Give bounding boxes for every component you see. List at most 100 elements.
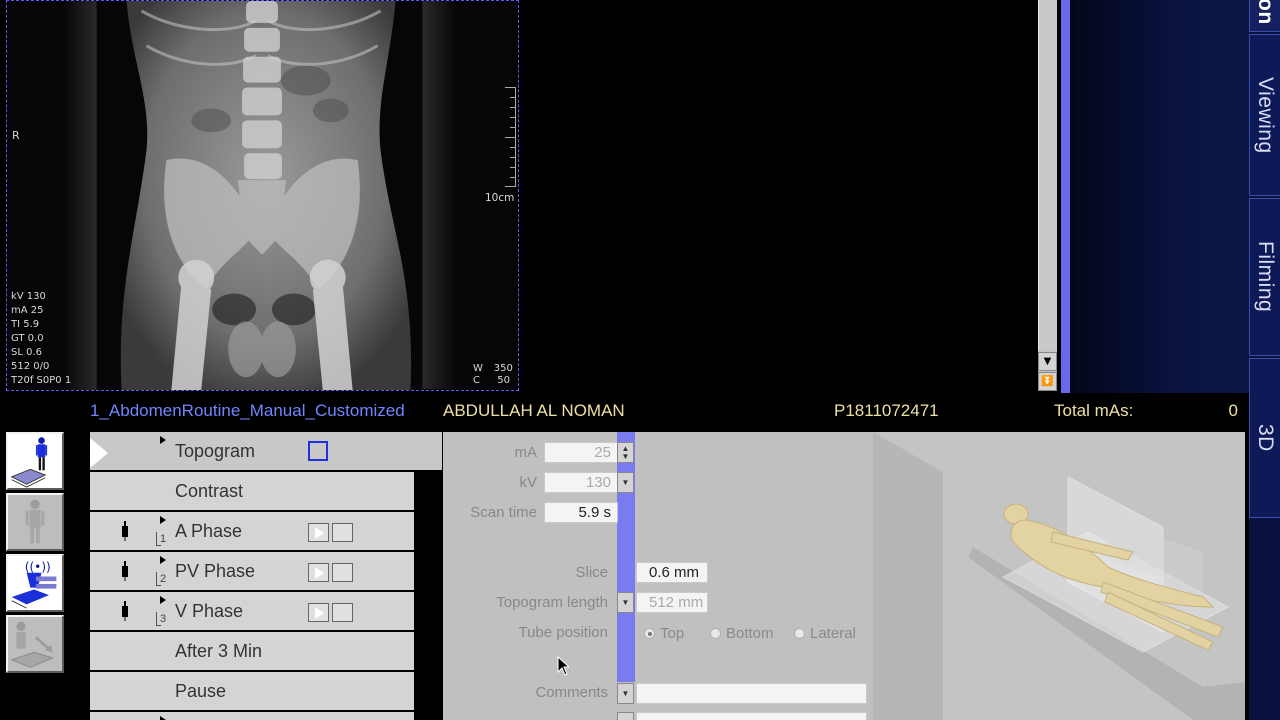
patient-name: ABDULLAH AL NOMAN: [443, 401, 625, 420]
scan-row-label: After 3 Min: [175, 641, 263, 661]
scan-select-box[interactable]: [332, 563, 353, 582]
scan-row-v-phase[interactable]: 3 V Phase: [90, 592, 414, 630]
mouse-pointer-icon: [557, 656, 569, 676]
scale-bar: [505, 87, 516, 187]
scan-time-label: Scan time: [470, 504, 537, 521]
scan-row-pause[interactable]: Pause: [90, 672, 414, 710]
scale-label: 10cm: [485, 192, 515, 204]
expand-triangle-icon[interactable]: [160, 436, 166, 444]
topogram-viewport[interactable]: R 10cm kV 130 mA 25 TI 5.9 GT 0.0 SL 0.6…: [6, 0, 519, 391]
orientation-marker: R: [12, 129, 20, 142]
scroll-down-button[interactable]: ▼: [1038, 352, 1057, 371]
vertical-scrollbar[interactable]: ▼ ⏬: [1038, 0, 1057, 391]
ct-scanner-app: R 10cm kV 130 mA 25 TI 5.9 GT 0.0 SL 0.6…: [0, 0, 1280, 720]
ma-label: mA: [514, 444, 538, 461]
scan-row-topogram[interactable]: Topogram: [90, 432, 442, 470]
scan-row-label: Contrast: [175, 481, 244, 501]
tube-position-label: Tube position: [518, 624, 608, 641]
scan-time-field[interactable]: 5.9 s: [544, 502, 618, 523]
tab-filming[interactable]: Filming: [1249, 198, 1280, 356]
kv-label: kV: [519, 474, 537, 491]
overlay-sl: SL 0.6: [11, 347, 43, 358]
status-bar: 1_AbdomenRoutine_Manual_Customized ABDUL…: [0, 396, 1249, 426]
total-mas-value: 0: [1228, 401, 1238, 420]
task-card-tabs: on Viewing Filming 3D: [1249, 0, 1280, 720]
start-scan-button[interactable]: [308, 563, 329, 582]
scan-row-label: PV Phase: [175, 561, 256, 581]
tube-position-bottom-radio[interactable]: Bottom: [710, 625, 774, 642]
slice-field[interactable]: 0.6 mm: [636, 562, 708, 583]
scan-row-label: A Phase: [175, 521, 243, 541]
phase-index: 3: [160, 613, 167, 625]
scan-select-box[interactable]: [308, 441, 328, 461]
overlay-matrix: 512 0/0: [11, 361, 50, 372]
secondary-viewport[interactable]: [524, 0, 1036, 391]
scan-row-contrast[interactable]: Contrast: [90, 472, 414, 510]
window-value: 350: [493, 363, 513, 374]
topogram-length-dropdown-icon[interactable]: ▼: [617, 592, 634, 613]
overlay-ma: mA 25: [11, 305, 44, 316]
expand-triangle-icon[interactable]: [160, 516, 166, 524]
kv-field[interactable]: 130: [544, 472, 618, 493]
second-dropdown-icon[interactable]: ▼: [617, 712, 634, 720]
scan-row-next[interactable]: [90, 712, 414, 720]
overlay-kv: kV 130: [11, 291, 46, 302]
patient-table-scene: [873, 432, 1245, 720]
scan-select-box[interactable]: [332, 603, 353, 622]
scan-row-label: Topogram: [175, 441, 256, 461]
patient-id: P1811072471: [834, 401, 939, 420]
topogram-image: [7, 1, 518, 390]
comments-dropdown-icon[interactable]: ▼: [617, 683, 634, 704]
current-scan-indicator-icon: [90, 438, 108, 468]
patient-model-icon: [25, 499, 45, 544]
tube-position-lateral-radio[interactable]: Lateral: [794, 625, 856, 642]
tab-viewing[interactable]: Viewing: [1249, 34, 1280, 196]
scan-list: Topogram Contrast 1 A Phase 2 PV Phase 3…: [90, 432, 442, 720]
tube-position-top-radio[interactable]: Top: [644, 625, 684, 642]
scan-row-pv-phase[interactable]: 2 PV Phase: [90, 552, 414, 590]
comments-label: Comments: [535, 684, 608, 701]
routine-parameters-panel: mA 25 ▲ ▼ kV 130 ▼ Scan time 5.9 s Slice …: [443, 432, 1245, 720]
comments-field[interactable]: [636, 683, 867, 704]
acquisition-params-overlay: kV 130 mA 25 TI 5.9 GT 0.0 SL 0.6 512 0/…: [11, 290, 71, 388]
tab-3d[interactable]: 3D: [1249, 358, 1280, 518]
phase-index: 2: [160, 573, 167, 585]
total-mas-label: Total mAs:: [1054, 401, 1134, 420]
comments-field-2[interactable]: [636, 712, 867, 720]
syringe-icon: [122, 561, 128, 581]
svg-text:((•)): ((•)): [25, 560, 51, 574]
expand-triangle-icon[interactable]: [160, 716, 166, 720]
patient-positioning-button[interactable]: [6, 432, 64, 490]
scan-row-a-phase[interactable]: 1 A Phase: [90, 512, 414, 550]
kv-dropdown-icon[interactable]: ▼: [617, 472, 634, 493]
ma-spinner[interactable]: ▲ ▼: [617, 442, 634, 463]
scroll-end-button[interactable]: ⏬: [1038, 372, 1057, 391]
patient-exit-icon: [10, 621, 55, 668]
scroll-track[interactable]: [1038, 0, 1057, 350]
expand-triangle-icon[interactable]: [160, 596, 166, 604]
ma-field[interactable]: 25: [544, 442, 618, 463]
center-label: C: [473, 375, 480, 386]
panel-divider: [1061, 0, 1070, 393]
topogram-length-field[interactable]: 512 mm: [636, 592, 708, 613]
start-scan-button[interactable]: [308, 603, 329, 622]
center-value: 50: [497, 375, 510, 386]
patient-exit-button[interactable]: [6, 615, 64, 673]
window-center-overlay: W 350 C 50: [473, 363, 513, 387]
expand-triangle-icon[interactable]: [160, 556, 166, 564]
scan-row-label: V Phase: [175, 601, 244, 621]
overlay-gt: GT 0.0: [11, 333, 44, 344]
side-panel: [1070, 0, 1250, 393]
start-scan-button[interactable]: [308, 523, 329, 542]
patient-model-button[interactable]: [6, 493, 64, 551]
scan-select-box[interactable]: [332, 523, 353, 542]
scanner-radiation-icon: ((•)): [11, 560, 57, 609]
protocol-name: 1_AbdomenRoutine_Manual_Customized: [90, 401, 405, 420]
parameter-accent-bar: [617, 432, 635, 682]
syringe-icon: [122, 601, 128, 621]
syringe-icon: [122, 521, 128, 541]
scan-row-after-3-min[interactable]: After 3 Min: [90, 632, 414, 670]
tab-examination[interactable]: on: [1249, 0, 1280, 32]
scan-setup-button[interactable]: ((•)): [6, 554, 64, 612]
patient-standing-icon: [8, 434, 62, 488]
